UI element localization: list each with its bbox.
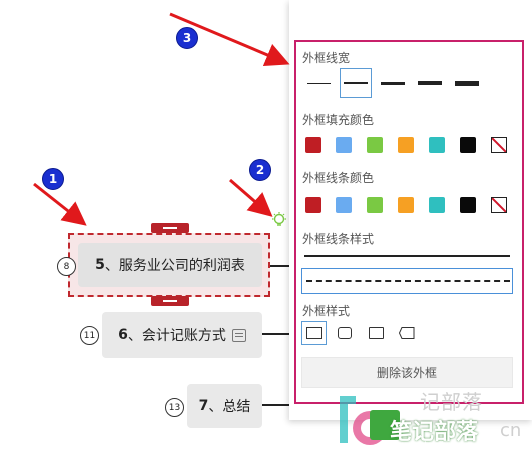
line-color-swatch-2[interactable] — [336, 197, 352, 213]
line-color-swatch-5[interactable] — [429, 197, 445, 213]
line-color-swatch-6[interactable] — [460, 197, 476, 213]
watermark-partial: 记部落 — [420, 390, 483, 414]
line-color-swatch-1[interactable] — [305, 197, 321, 213]
line-color-swatch-4[interactable] — [398, 197, 414, 213]
fill-color-swatch-3[interactable] — [367, 137, 383, 153]
fill-color-swatch-6[interactable] — [460, 137, 476, 153]
line-color-none-icon[interactable] — [491, 197, 507, 213]
fill-color-swatch-5[interactable] — [429, 137, 445, 153]
annotation-badge-2: 2 — [249, 159, 271, 181]
annotation-arrows — [33, 12, 290, 226]
line-color-swatch-3[interactable] — [367, 197, 383, 213]
canvas: 8 5、服务业公司的利润表 11 6、会计记账方式 13 7、总结 务 外框线宽… — [0, 0, 532, 450]
fill-color-none-icon[interactable] — [491, 137, 507, 153]
annotation-badge-1: 1 — [42, 168, 64, 190]
watermark-partial-2: cn — [500, 420, 522, 441]
fill-color-swatch-4[interactable] — [398, 137, 414, 153]
fill-color-swatch-1[interactable] — [305, 137, 321, 153]
watermark-url: www.notetribe.com — [393, 440, 471, 449]
fill-color-swatch-2[interactable] — [336, 137, 352, 153]
annotation-badge-3: 3 — [176, 27, 198, 49]
